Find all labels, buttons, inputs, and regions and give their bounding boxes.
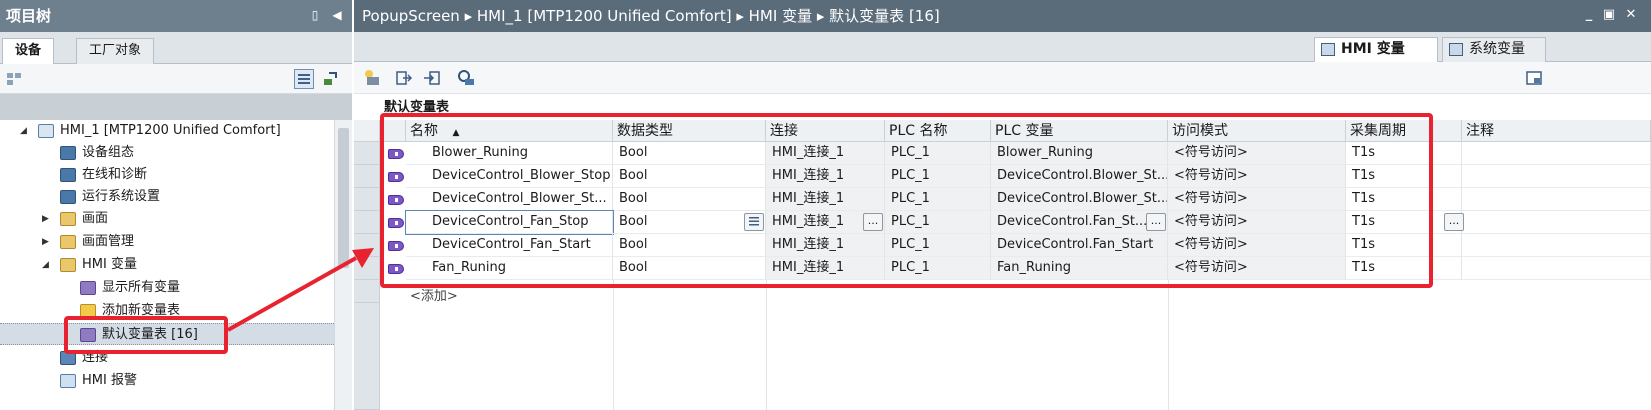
- tree-item-label: HMI_1 [MTP1200 Unified Comfort]: [60, 123, 281, 138]
- tree-item-label: 显示所有变量: [102, 280, 181, 295]
- tree-item-label: 在线和诊断: [82, 167, 148, 182]
- tree-item-label: HMI 报警: [82, 373, 137, 388]
- tree-item-label: 画面管理: [82, 234, 135, 249]
- tab-label: HMI 变量: [1341, 41, 1405, 57]
- restore-icon[interactable]: ▣: [1602, 8, 1616, 22]
- diagnostics-icon: [60, 168, 76, 182]
- tree-item-screens[interactable]: ▶ 画面: [0, 208, 334, 230]
- pin-panel-icon[interactable]: ▯: [308, 8, 322, 22]
- tree-item-hmi-tags[interactable]: ◢ HMI 变量: [0, 254, 334, 276]
- minimize-icon[interactable]: _: [1582, 8, 1596, 22]
- screens-folder-icon: [60, 212, 76, 226]
- show-all-tags-icon: [80, 281, 96, 295]
- column-divider: [613, 280, 614, 410]
- tree-item-online-diagnostics[interactable]: 在线和诊断: [0, 164, 334, 186]
- collapse-panel-icon[interactable]: ◀: [330, 8, 344, 22]
- add-tag-icon[interactable]: [362, 68, 382, 88]
- tree-item-label: HMI 变量: [82, 257, 137, 272]
- editor-title-bar: PopupScreen ▸ HMI_1 [MTP1200 Unified Com…: [354, 0, 1651, 32]
- overview-icon[interactable]: [4, 69, 24, 89]
- hmi-tags-folder-icon: [60, 258, 76, 272]
- breadcrumb-separator-icon: ▸: [736, 7, 749, 25]
- cell-comment[interactable]: [1462, 257, 1651, 280]
- tree-item-runtime-settings[interactable]: 运行系统设置: [0, 186, 334, 208]
- breadcrumb-item[interactable]: HMI_1 [MTP1200 Unified Comfort]: [477, 7, 732, 25]
- editor-tab-strip: HMI 变量 系统变量: [354, 32, 1651, 63]
- hmi-alarms-icon: [60, 374, 76, 388]
- row-header[interactable]: [354, 165, 380, 188]
- row-header-empty: [354, 303, 380, 410]
- row-header[interactable]: [354, 142, 380, 165]
- row-header[interactable]: [354, 257, 380, 280]
- expanded-arrow-icon[interactable]: ◢: [42, 254, 52, 276]
- tree-scrollbar[interactable]: [334, 120, 352, 410]
- scrollbar-thumb[interactable]: [338, 128, 349, 268]
- collapsed-arrow-icon[interactable]: ▶: [42, 208, 52, 230]
- cell-comment[interactable]: [1462, 234, 1651, 257]
- project-tree-header-strip: [0, 94, 352, 120]
- highlight-box-tag-table: [380, 113, 1433, 288]
- row-header-corner: [354, 120, 380, 142]
- tree-item-label: 运行系统设置: [82, 189, 161, 204]
- cell-comment[interactable]: [1462, 188, 1651, 211]
- tree-item-device-config[interactable]: 设备组态: [0, 142, 334, 164]
- import-icon[interactable]: [422, 68, 442, 88]
- editor-toolbar: [354, 62, 1651, 94]
- tree-item-label: 设备组态: [82, 145, 135, 160]
- system-tags-tab-icon: [1449, 43, 1463, 56]
- expanded-arrow-icon[interactable]: ◢: [20, 120, 30, 142]
- connection-tool-icon[interactable]: [456, 68, 476, 88]
- collapsed-arrow-icon[interactable]: ▶: [42, 231, 52, 253]
- cell-comment[interactable]: [1462, 211, 1651, 234]
- tree-item-show-all-tags[interactable]: 显示所有变量: [0, 277, 334, 299]
- row-header[interactable]: [354, 280, 380, 303]
- breadcrumb-item[interactable]: 默认变量表 [16]: [829, 7, 940, 25]
- cell-comment[interactable]: [1462, 165, 1651, 188]
- cycle-browse-button[interactable]: ...: [1444, 213, 1464, 231]
- runtime-settings-icon: [60, 190, 76, 204]
- column-divider: [1168, 280, 1169, 410]
- tab-hmi-tags[interactable]: HMI 变量: [1314, 37, 1438, 63]
- hmi-device-icon: [38, 124, 54, 138]
- project-tree-title: 项目树: [6, 7, 52, 25]
- device-config-icon: [60, 146, 76, 160]
- tree-item-hmi-alarms[interactable]: HMI 报警: [0, 370, 334, 392]
- tab-plant-objects[interactable]: 工厂对象: [76, 38, 155, 64]
- breadcrumb-item[interactable]: PopupScreen: [362, 7, 460, 25]
- tree-item-label: 画面: [82, 211, 109, 226]
- column-divider: [766, 280, 767, 410]
- row-header[interactable]: [354, 188, 380, 211]
- hmi-tags-tab-icon: [1321, 43, 1335, 56]
- cell-comment[interactable]: [1462, 142, 1651, 165]
- export-icon[interactable]: [394, 68, 414, 88]
- tree-item-hmi-device[interactable]: ◢ HMI_1 [MTP1200 Unified Comfort]: [0, 120, 334, 142]
- tree-item-screen-management[interactable]: ▶ 画面管理: [0, 231, 334, 253]
- sync-icon[interactable]: [320, 69, 340, 89]
- window-layout-icon[interactable]: [1524, 68, 1544, 88]
- column-header-comment[interactable]: 注释: [1462, 120, 1651, 142]
- project-tree-title-bar: 项目树 ▯ ◀: [0, 0, 352, 32]
- project-tree-toolbar: [0, 64, 352, 94]
- breadcrumb-separator-icon: ▸: [816, 7, 830, 25]
- project-tree: ◢ HMI_1 [MTP1200 Unified Comfort] 设备组态 在…: [0, 120, 334, 410]
- breadcrumb-item[interactable]: HMI 变量: [749, 7, 812, 25]
- tab-devices[interactable]: 设备: [2, 38, 55, 65]
- screen-management-icon: [60, 235, 76, 249]
- tab-label: 系统变量: [1469, 41, 1525, 57]
- tab-system-tags[interactable]: 系统变量: [1442, 37, 1546, 62]
- row-header[interactable]: [354, 211, 380, 234]
- list-view-icon[interactable]: [294, 69, 314, 89]
- breadcrumb-separator-icon: ▸: [464, 7, 477, 25]
- close-icon[interactable]: ✕: [1624, 8, 1638, 22]
- row-header[interactable]: [354, 234, 380, 257]
- project-tree-tabs: 设备 工厂对象: [0, 32, 352, 65]
- highlight-box-tree-item: [64, 316, 228, 354]
